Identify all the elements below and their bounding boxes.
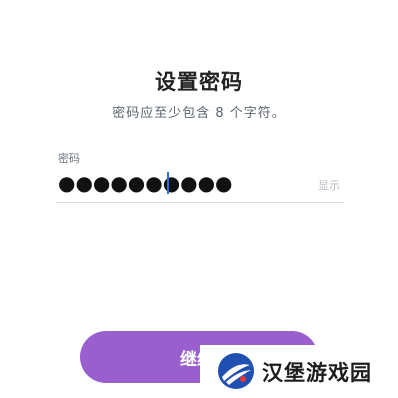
watermark: 汉堡游戏园 <box>200 345 398 398</box>
password-masked-value: ●●●●●●●●●● <box>58 171 233 195</box>
page-subtitle: 密码应至少包含 8 个字符。 <box>112 106 286 121</box>
password-label: 密码 <box>58 152 80 165</box>
show-password-toggle[interactable]: 显示 <box>318 177 340 193</box>
password-field[interactable]: ●●●●●●●●●● 显示 <box>56 168 344 203</box>
text-caret <box>167 172 169 194</box>
page-title: 设置密码 <box>155 70 243 94</box>
watermark-logo-icon <box>216 351 256 395</box>
watermark-text: 汉堡游戏园 <box>262 361 372 385</box>
